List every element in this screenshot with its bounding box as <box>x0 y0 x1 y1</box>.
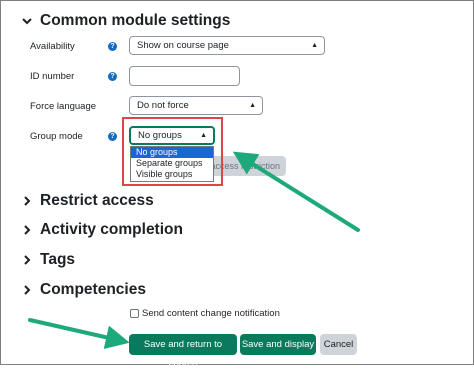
annotation-arrows <box>28 151 360 350</box>
arrow-to-save-button <box>28 318 130 350</box>
arrow-to-group-mode <box>232 151 360 232</box>
